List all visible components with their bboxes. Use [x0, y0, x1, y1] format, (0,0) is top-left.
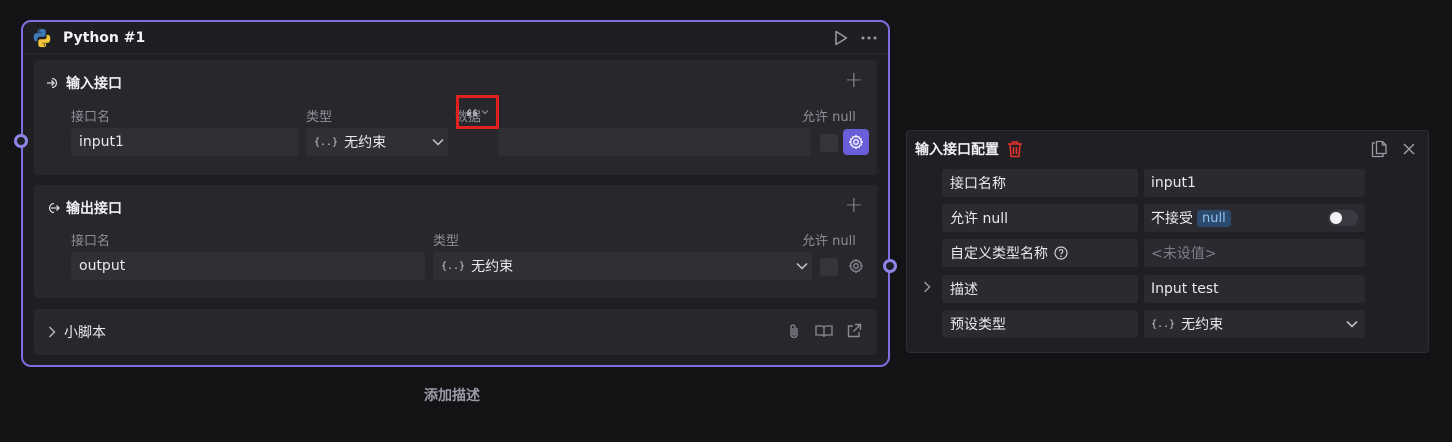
input-type-value: 无约束 [344, 135, 387, 151]
description-field[interactable]: Input test [1144, 275, 1365, 303]
output-name-value: output [79, 258, 126, 274]
input-name-value: input1 [79, 134, 124, 150]
config-label: 接口名称 [942, 169, 1138, 197]
panel-title: 输入接口配置 [915, 142, 999, 158]
output-allow-null-checkbox[interactable] [820, 258, 838, 276]
input-section-title: 输入接口 [66, 76, 122, 92]
output-interface-section: 输出接口 + 接口名 类型 允许 null output {..} 无约束 [34, 185, 877, 298]
config-row-description: 描述 Input test [919, 275, 1365, 303]
python-node[interactable]: Python #1 输入接口 + 接口名 类型 数据 允许 null input… [21, 20, 890, 367]
copy-icon[interactable] [1370, 140, 1388, 158]
input-data-field[interactable] [498, 128, 811, 156]
close-icon[interactable] [1400, 140, 1418, 158]
interface-name-field[interactable]: input1 [1144, 169, 1365, 197]
braces-icon: {..} [314, 136, 339, 148]
col-label-null: 允许 null [802, 110, 856, 125]
script-section[interactable]: 小脚本 [34, 309, 877, 355]
python-logo-icon [33, 28, 51, 47]
custom-type-field[interactable]: <未设值> [1144, 239, 1365, 267]
trash-icon[interactable] [1007, 140, 1023, 158]
allow-null-toggle[interactable] [1328, 210, 1358, 226]
input-name-field[interactable]: input1 [71, 128, 298, 156]
interface-name-value: input1 [1151, 175, 1196, 191]
config-row-allow-null: 允许 null 不接受 null [919, 204, 1365, 232]
chevron-down-icon [796, 262, 808, 270]
preset-type-value: 无约束 [1181, 317, 1224, 333]
add-description-link[interactable]: 添加描述 [424, 385, 480, 405]
attachment-icon[interactable] [785, 322, 803, 340]
chevron-right-icon [49, 326, 56, 338]
chevron-down-icon [481, 110, 489, 115]
config-label: 描述 [942, 275, 1138, 303]
config-label: 允许 null [942, 204, 1138, 232]
braces-icon: {..} [1151, 318, 1176, 330]
preset-type-select[interactable]: {..} 无约束 [1144, 310, 1365, 338]
col-label-type: 类型 [306, 110, 333, 125]
braces-icon: {..} [441, 260, 466, 272]
col-label-name: 接口名 [71, 234, 111, 249]
add-input-plus-icon[interactable]: + [845, 70, 863, 92]
script-section-title: 小脚本 [64, 325, 106, 341]
chevron-down-icon [432, 138, 444, 146]
input-type-select[interactable]: {..} 无约束 [306, 128, 448, 156]
col-label-null: 允许 null [802, 234, 856, 249]
output-settings-gear-icon[interactable] [843, 253, 869, 279]
output-port-icon [48, 202, 60, 214]
panel-header: 输入接口配置 [915, 137, 1418, 161]
null-badge: null [1197, 209, 1231, 227]
config-row-preset-type: 预设类型 {..} 无约束 [919, 310, 1365, 338]
allow-null-field: 不接受 null [1144, 204, 1365, 232]
chevron-right-icon[interactable] [923, 281, 931, 297]
config-row-name: 接口名称 input1 [919, 169, 1365, 197]
custom-type-value: <未设值> [1151, 246, 1217, 262]
config-label: 预设类型 [942, 310, 1138, 338]
help-icon[interactable] [1054, 246, 1068, 260]
input-section-header: 输入接口 [46, 73, 122, 93]
input-settings-gear-icon[interactable] [843, 129, 869, 155]
book-icon[interactable] [815, 322, 833, 340]
config-row-custom-type: 自定义类型名称 <未设值> [919, 239, 1365, 267]
add-output-plus-icon[interactable]: + [845, 195, 863, 217]
open-external-icon[interactable] [845, 322, 863, 340]
chevron-down-icon [1346, 320, 1358, 328]
run-icon[interactable] [832, 29, 850, 47]
input-allow-null-checkbox[interactable] [820, 134, 838, 152]
output-port-handle[interactable] [883, 259, 897, 273]
node-title: Python #1 [63, 29, 146, 46]
quote-icon [467, 108, 477, 116]
output-section-header: 输出接口 [46, 198, 122, 218]
config-label-custom-type: 自定义类型名称 [942, 239, 1138, 267]
data-source-select[interactable] [456, 95, 499, 129]
input-port-icon [47, 77, 58, 89]
output-name-field[interactable]: output [71, 252, 425, 280]
script-section-header[interactable]: 小脚本 [48, 322, 106, 342]
output-type-select[interactable]: {..} 无约束 [433, 252, 812, 280]
description-value: Input test [1151, 281, 1219, 297]
col-label-type: 类型 [433, 234, 460, 249]
more-icon[interactable] [860, 29, 878, 47]
config-label: 自定义类型名称 [950, 246, 1048, 262]
output-type-value: 无约束 [471, 259, 514, 275]
allow-null-value: 不接受 [1151, 211, 1193, 227]
output-section-title: 输出接口 [66, 201, 122, 217]
input-port-handle[interactable] [14, 134, 28, 148]
col-label-name: 接口名 [71, 110, 111, 125]
input-config-panel: 输入接口配置 接口名称 input1 允许 null 不接受 null 自定义类… [906, 130, 1429, 353]
node-header: Python #1 [23, 22, 888, 54]
